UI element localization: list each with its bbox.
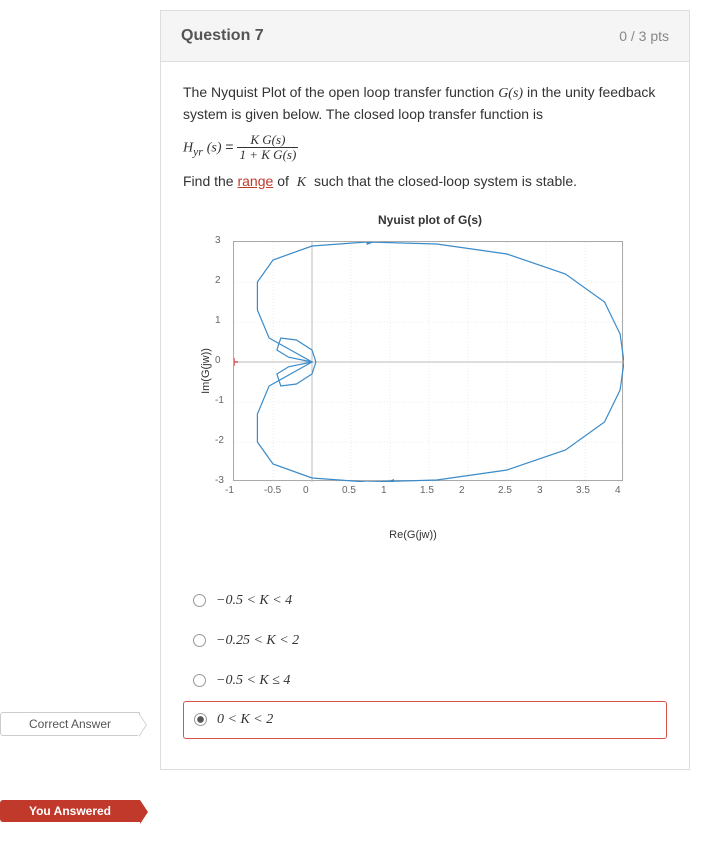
eq-arg: (s) <box>207 141 222 156</box>
radio-icon <box>194 713 207 726</box>
correct-answer-tag: Correct Answer <box>0 712 140 736</box>
math-gs: G(s) <box>498 86 523 101</box>
question-title: Question 7 <box>181 27 264 45</box>
you-answered-tag: You Answered <box>0 800 140 822</box>
frac-num: K G(s) <box>237 133 298 148</box>
answer-option-3[interactable]: 0 < K < 2 <box>183 701 667 739</box>
question-points: 0 / 3 pts <box>619 28 669 44</box>
radio-icon <box>193 594 206 607</box>
range-link[interactable]: range <box>237 173 273 189</box>
question-body: The Nyquist Plot of the open loop transf… <box>161 62 689 769</box>
tag-label: Correct Answer <box>29 717 111 731</box>
question-prompt: The Nyquist Plot of the open loop transf… <box>183 82 667 193</box>
equation: Hyr (s) = K G(s) 1 + K G(s) <box>183 133 667 163</box>
answer-option-0[interactable]: −0.5 < K < 4 <box>183 581 667 621</box>
option-label: 0 < K < 2 <box>217 712 273 728</box>
question-header: Question 7 0 / 3 pts <box>161 11 689 62</box>
x-axis-label: Re(G(jw)) <box>389 529 437 541</box>
answer-options: −0.5 < K < 4 −0.25 < K < 2 −0.5 < K ≤ 4 0 <… <box>183 581 667 739</box>
prompt-text: of <box>277 173 293 189</box>
tag-label: You Answered <box>29 804 111 818</box>
plot-area <box>233 241 623 481</box>
prompt-text: The Nyquist Plot of the open loop transf… <box>183 84 498 100</box>
prompt-text: Find the <box>183 173 237 189</box>
math-k: K <box>293 175 310 190</box>
chart-title: Nyuist plot of G(s) <box>193 213 667 227</box>
eq-equals: = <box>225 139 237 155</box>
chart-frame: Im(G(jw)) Re(G(jw)) -1-0.500.511.522.533… <box>193 231 633 511</box>
answer-option-1[interactable]: −0.25 < K < 2 <box>183 621 667 661</box>
question-card: Question 7 0 / 3 pts The Nyquist Plot of… <box>160 10 690 770</box>
answer-option-2[interactable]: −0.5 < K ≤ 4 <box>183 661 667 701</box>
y-axis-label: Im(G(jw)) <box>200 348 212 394</box>
radio-icon <box>193 674 206 687</box>
plot-svg <box>234 242 624 482</box>
option-label: −0.5 < K < 4 <box>216 593 292 609</box>
option-label: −0.5 < K ≤ 4 <box>216 673 290 689</box>
eq-h: H <box>183 141 193 156</box>
eq-sub: yr <box>193 145 203 158</box>
radio-icon <box>193 634 206 647</box>
frac-den: 1 + K G(s) <box>237 148 298 162</box>
option-label: −0.25 < K < 2 <box>216 633 299 649</box>
nyquist-chart: Nyuist plot of G(s) Im(G(jw)) Re(G(jw)) … <box>193 213 667 511</box>
prompt-text: such that the closed-loop system is stab… <box>314 173 577 189</box>
fraction: K G(s) 1 + K G(s) <box>237 133 298 163</box>
